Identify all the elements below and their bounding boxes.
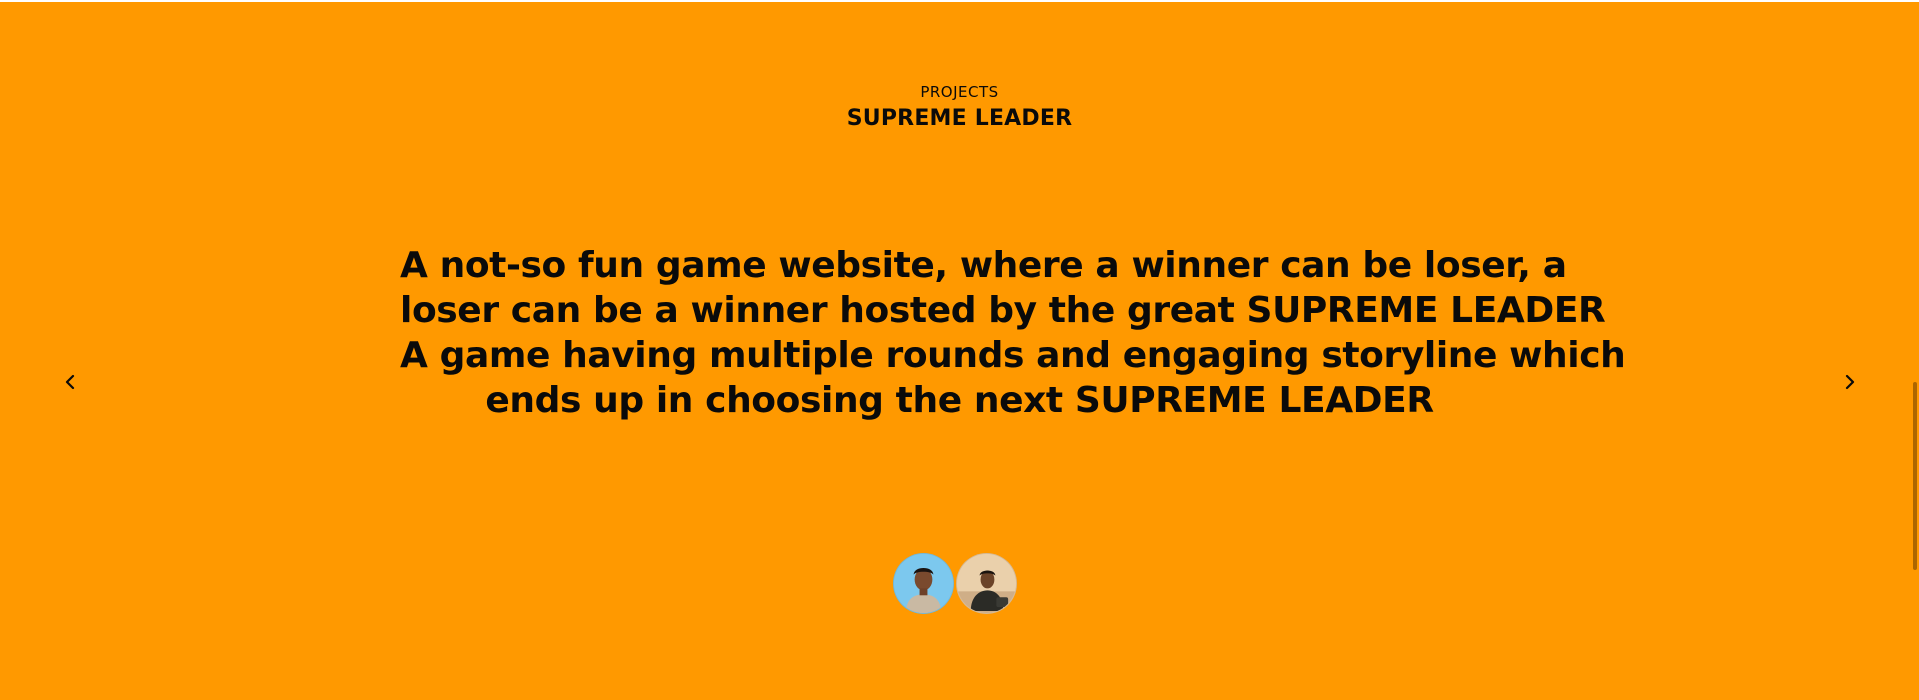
page-scrollbar[interactable] xyxy=(1913,382,1917,570)
chevron-right-icon xyxy=(1845,374,1855,390)
description-line: A not-so fun game website, where a winne… xyxy=(400,245,1567,286)
avatar-photo-1 xyxy=(894,554,953,613)
contributors-avatars xyxy=(893,553,1017,614)
previous-slide-button[interactable] xyxy=(55,367,85,397)
contributor-avatar-1[interactable] xyxy=(893,553,954,614)
project-title: SUPREME LEADER xyxy=(846,106,1073,131)
chevron-left-icon xyxy=(65,374,75,390)
next-slide-button[interactable] xyxy=(1835,367,1865,397)
project-slide: PROJECTS SUPREME LEADER A not-so fun gam… xyxy=(0,2,1919,700)
avatar-photo-2 xyxy=(957,554,1016,613)
page: PROJECTS SUPREME LEADER A not-so fun gam… xyxy=(0,0,1919,700)
contributor-avatar-2[interactable] xyxy=(956,553,1017,614)
description-line: A game having multiple rounds and engagi… xyxy=(400,335,1626,376)
description-line: ends up in choosing the next SUPREME LEA… xyxy=(485,380,1434,421)
project-description: A not-so fun game website, where a winne… xyxy=(400,243,1626,423)
description-line: loser can be a winner hosted by the grea… xyxy=(400,290,1606,331)
section-kicker: PROJECTS xyxy=(920,83,999,101)
